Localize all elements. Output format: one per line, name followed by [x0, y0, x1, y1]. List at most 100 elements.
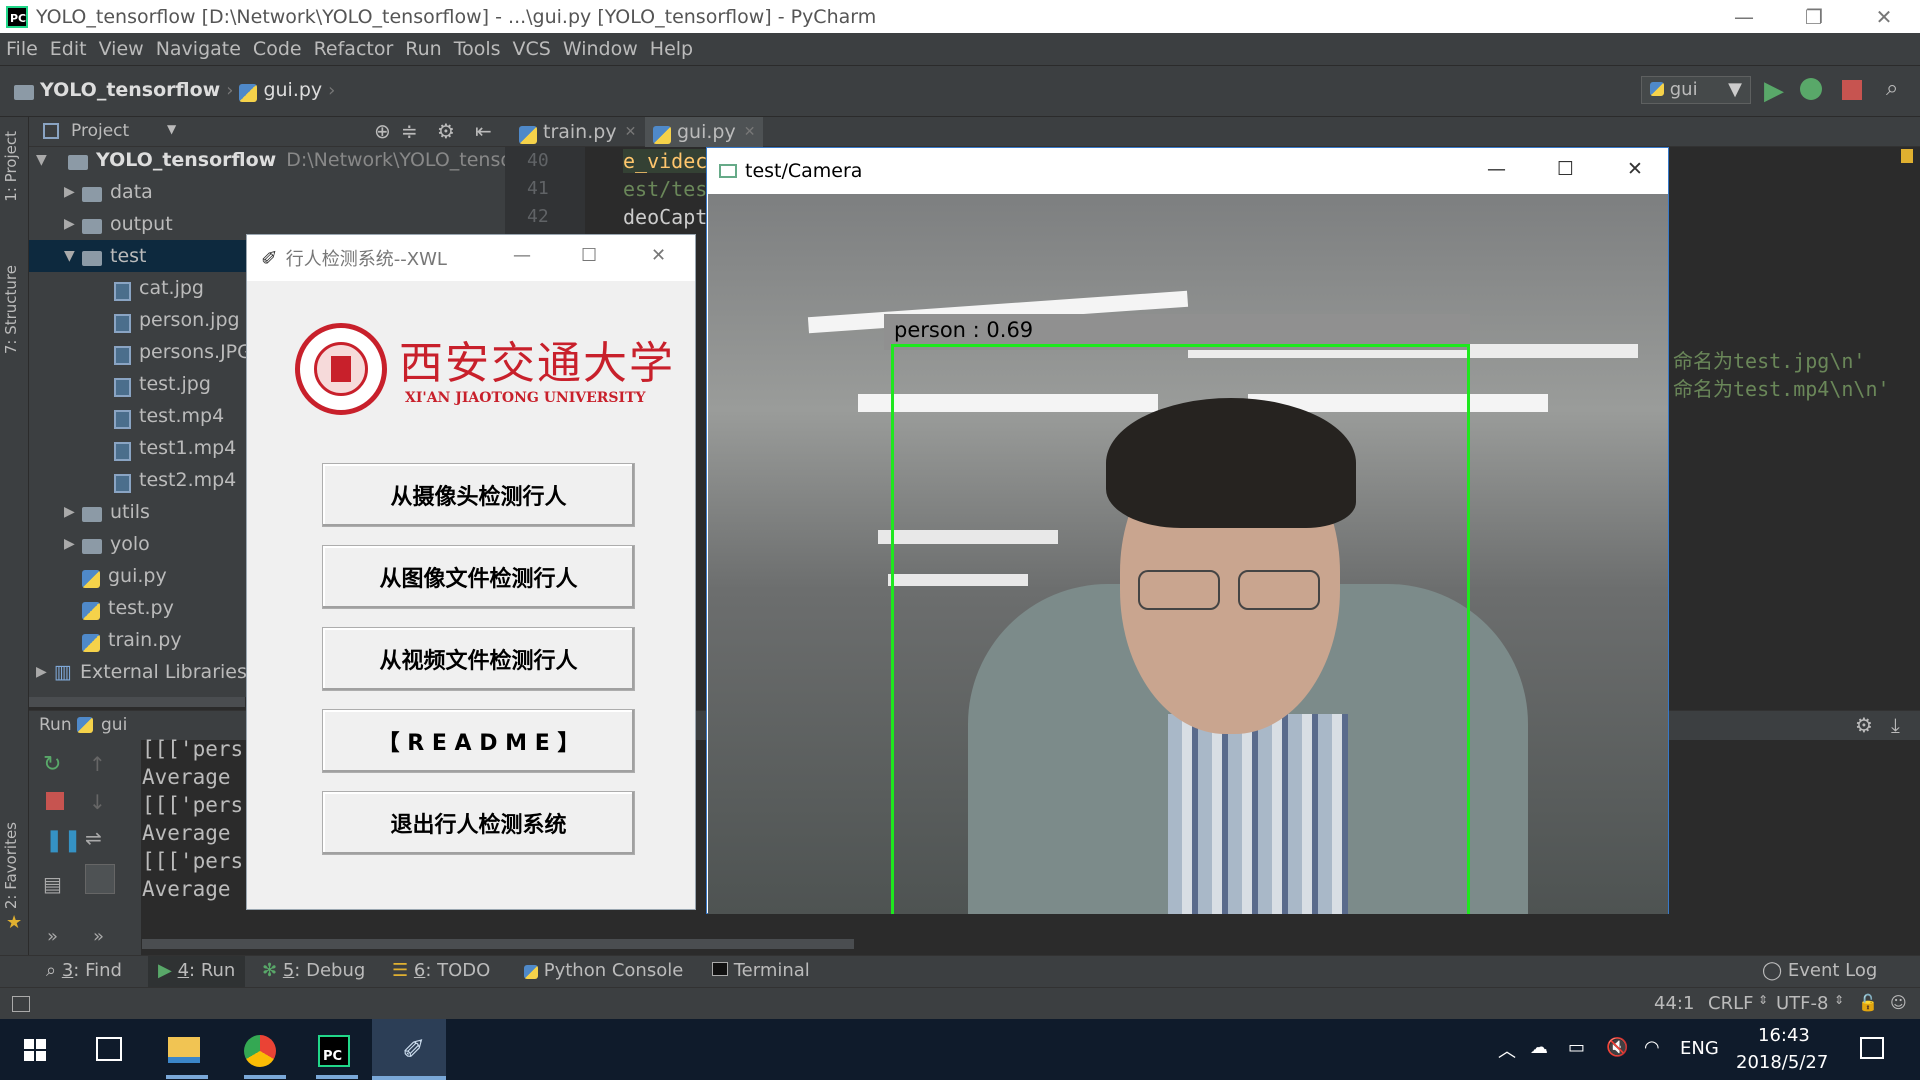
- tree-item-train-py[interactable]: train.py: [64, 624, 182, 656]
- gear-icon[interactable]: ⚙: [1855, 713, 1873, 737]
- volume-muted-icon[interactable]: 🔇: [1606, 1037, 1628, 1058]
- file-explorer-icon[interactable]: [168, 1037, 200, 1063]
- down-arrow-icon[interactable]: ↓: [89, 790, 106, 814]
- tree-item-data[interactable]: ▶ data: [64, 176, 153, 208]
- minimize-icon[interactable]: —: [513, 245, 531, 266]
- menu-view[interactable]: View: [99, 38, 144, 60]
- hide-icon[interactable]: ⇤: [475, 119, 492, 143]
- input-language[interactable]: ENG: [1680, 1038, 1719, 1059]
- chrome-icon[interactable]: [244, 1035, 276, 1067]
- clock-date[interactable]: 2018/5/27: [1736, 1052, 1828, 1073]
- tab-terminal[interactable]: Terminal: [712, 960, 810, 981]
- more-icon[interactable]: »: [93, 926, 104, 947]
- onedrive-icon[interactable]: ☁: [1530, 1037, 1548, 1058]
- caret-position[interactable]: 44:1: [1654, 993, 1694, 1014]
- locate-icon[interactable]: ⊕: [374, 119, 391, 143]
- chevron-right-icon[interactable]: ▶: [36, 664, 54, 680]
- tab-python-console[interactable]: Python Console: [524, 960, 683, 981]
- tree-root[interactable]: ▼ YOLO_tensorflow D:\Network\YOLO_tensor…: [36, 144, 543, 176]
- tab-structure[interactable]: 7: Structure: [2, 265, 20, 354]
- taskbar-python-app[interactable]: ✐: [372, 1019, 446, 1080]
- chevron-right-icon[interactable]: ▶: [64, 216, 82, 232]
- tree-item-test-jpg[interactable]: test.jpg: [92, 368, 211, 400]
- tab-project[interactable]: 1: Project: [2, 131, 20, 202]
- detect-from-camera-button[interactable]: 从摄像头检测行人: [322, 463, 635, 527]
- inspector-icon[interactable]: ☺: [1890, 993, 1907, 1012]
- rerun-icon[interactable]: ↻: [43, 752, 61, 777]
- soft-wrap-icon[interactable]: ⇌: [85, 826, 102, 850]
- menu-code[interactable]: Code: [253, 38, 302, 60]
- tree-item-persons-jpg[interactable]: persons.JPG: [92, 336, 252, 368]
- close-tab-icon[interactable]: ✕: [744, 124, 756, 140]
- run-icon[interactable]: ▶: [1764, 76, 1784, 106]
- breadcrumb-project[interactable]: YOLO_tensorflow: [40, 79, 220, 101]
- more-icon[interactable]: »: [47, 926, 58, 947]
- layout-icon[interactable]: ▤: [43, 872, 62, 896]
- tab-gui-py[interactable]: gui.py ✕: [645, 117, 764, 147]
- close-icon[interactable]: ✕: [651, 245, 666, 266]
- chevron-up-icon[interactable]: ︿: [1498, 1037, 1516, 1063]
- close-icon[interactable]: ✕: [1627, 158, 1643, 180]
- chevron-right-icon[interactable]: ▶: [64, 184, 82, 200]
- run-config-select[interactable]: gui ▼: [1641, 76, 1751, 104]
- minimize-icon[interactable]: —: [1487, 158, 1506, 180]
- readme-button[interactable]: 【 R E A D M E 】: [322, 709, 635, 773]
- notification-icon[interactable]: [1860, 1037, 1884, 1059]
- chevron-right-icon[interactable]: ▶: [64, 536, 82, 552]
- detect-from-video-button[interactable]: 从视频文件检测行人: [322, 627, 635, 691]
- maximize-icon[interactable]: ☐: [1557, 158, 1574, 180]
- tab-favorites[interactable]: 2: Favorites: [2, 822, 20, 909]
- tree-item-gui-py[interactable]: gui.py: [64, 560, 167, 592]
- menu-window[interactable]: Window: [563, 38, 638, 60]
- tree-item-output[interactable]: ▶ output: [64, 208, 173, 240]
- file-encoding[interactable]: UTF-8: [1776, 993, 1828, 1014]
- warning-marker-icon[interactable]: [1901, 149, 1913, 163]
- pycharm-taskbar-icon[interactable]: PC: [318, 1035, 350, 1067]
- tree-item-cat-jpg[interactable]: cat.jpg: [92, 272, 204, 304]
- tree-item-external-libraries[interactable]: ▶ ▥ External Libraries: [36, 656, 247, 688]
- breadcrumb-file[interactable]: gui.py: [263, 79, 322, 101]
- clock-time[interactable]: 16:43: [1758, 1025, 1810, 1046]
- debug-icon[interactable]: [1800, 78, 1822, 100]
- tree-item-utils[interactable]: ▶ utils: [64, 496, 150, 528]
- close-icon[interactable]: ✕: [1854, 0, 1914, 33]
- project-view-label[interactable]: Project: [71, 121, 129, 141]
- up-arrow-icon[interactable]: ↑: [89, 752, 106, 776]
- gear-icon[interactable]: ⚙: [437, 119, 455, 143]
- lock-icon[interactable]: 🔓: [1858, 993, 1878, 1012]
- search-icon[interactable]: ⌕: [1886, 76, 1898, 101]
- tree-item-test1-mp4[interactable]: test1.mp4: [92, 432, 236, 464]
- tab-train-py[interactable]: train.py ✕: [511, 117, 644, 147]
- close-tab-icon[interactable]: ✕: [625, 124, 637, 140]
- toggle-panels-icon[interactable]: [12, 996, 30, 1012]
- windows-start-icon[interactable]: [24, 1039, 46, 1061]
- menu-tools[interactable]: Tools: [454, 38, 501, 60]
- restore-icon[interactable]: ❐: [1784, 0, 1844, 33]
- console-hscroll[interactable]: [142, 939, 854, 949]
- tree-item-test-mp4[interactable]: test.mp4: [92, 400, 224, 432]
- run-panel-config[interactable]: gui: [101, 715, 127, 735]
- stop-icon[interactable]: [1842, 80, 1862, 100]
- menu-navigate[interactable]: Navigate: [156, 38, 241, 60]
- menu-file[interactable]: File: [6, 38, 38, 60]
- chevron-down-icon[interactable]: ▼: [167, 122, 176, 136]
- tab-todo[interactable]: ☰ 6: TODO: [392, 960, 490, 981]
- tree-item-test[interactable]: ▼ test: [64, 240, 147, 272]
- tree-item-test2-mp4[interactable]: test2.mp4: [92, 464, 236, 496]
- menu-refactor[interactable]: Refactor: [314, 38, 394, 60]
- tab-debug[interactable]: ✻ 5: Debug: [262, 960, 365, 981]
- tree-item-person-jpg[interactable]: person.jpg: [92, 304, 240, 336]
- menu-vcs[interactable]: VCS: [513, 38, 551, 60]
- task-view-icon[interactable]: [96, 1037, 122, 1061]
- pause-icon[interactable]: ❚❚: [45, 828, 82, 853]
- tab-find[interactable]: ⌕ 3: Find: [46, 960, 122, 981]
- detect-from-image-button[interactable]: 从图像文件检测行人: [322, 545, 635, 609]
- maximize-icon[interactable]: ☐: [581, 245, 597, 266]
- menu-help[interactable]: Help: [650, 38, 693, 60]
- tab-run[interactable]: ▶ 4: Run: [148, 956, 246, 987]
- hide-icon[interactable]: ⤓: [1891, 713, 1900, 737]
- pin-tab-icon[interactable]: [85, 864, 115, 894]
- project-hscroll[interactable]: [29, 697, 245, 707]
- chevron-right-icon[interactable]: ▶: [64, 504, 82, 520]
- minimize-icon[interactable]: —: [1714, 0, 1774, 33]
